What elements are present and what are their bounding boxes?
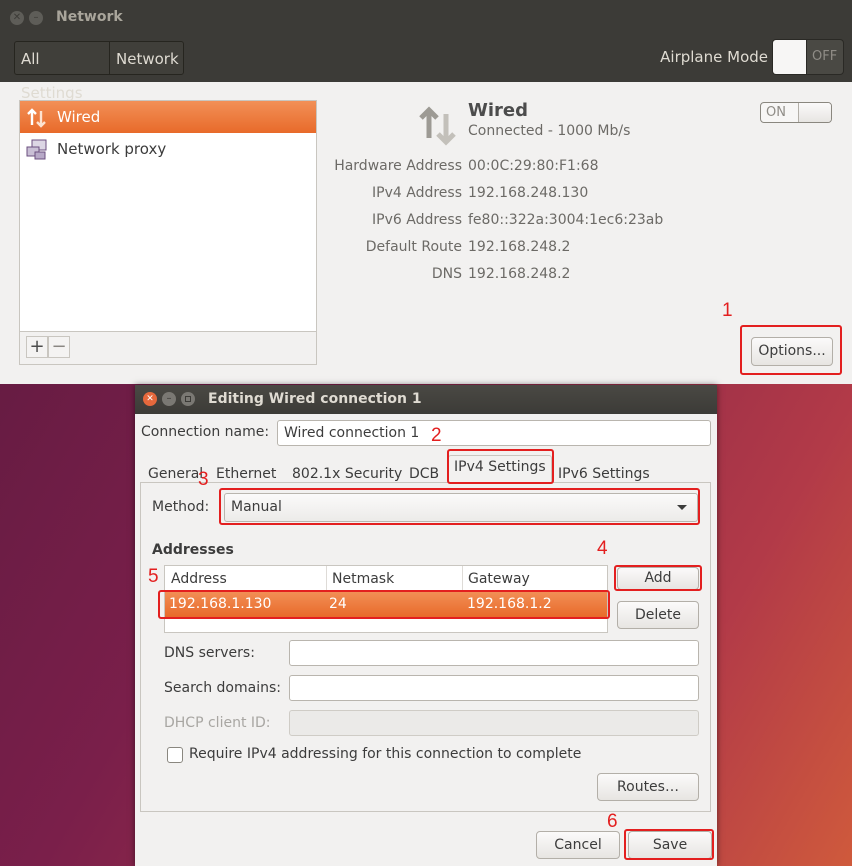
maximize-dialog-icon[interactable] bbox=[181, 392, 195, 406]
switch-knob bbox=[798, 103, 831, 122]
minimize-window-icon[interactable]: – bbox=[29, 11, 43, 25]
delete-address-button[interactable]: Delete bbox=[617, 601, 699, 629]
column-header-gateway[interactable]: Gateway bbox=[462, 566, 608, 590]
wired-arrows-icon bbox=[26, 107, 48, 128]
highlight-box-method bbox=[219, 488, 700, 525]
minimize-dialog-icon[interactable]: – bbox=[162, 392, 176, 406]
sidebar-item-wired[interactable]: Wired bbox=[20, 101, 316, 133]
airplane-mode-label: Airplane Mode bbox=[660, 48, 768, 66]
ipv6-address-value: fe80::322a:3004:1ec6:23ab bbox=[468, 212, 664, 228]
sidebar-item-label: Network proxy bbox=[57, 140, 167, 158]
cancel-button[interactable]: Cancel bbox=[536, 831, 620, 859]
annotation-5: 5 bbox=[148, 566, 159, 587]
annotation-2: 2 bbox=[431, 425, 442, 446]
highlight-box-save bbox=[624, 829, 714, 860]
switch-knob bbox=[773, 40, 807, 74]
tab-general[interactable]: General bbox=[148, 466, 203, 482]
breadcrumb-all-settings[interactable]: All Settings bbox=[14, 41, 110, 102]
tab-8021x-security[interactable]: 802.1x Security bbox=[292, 466, 402, 482]
annotation-6: 6 bbox=[607, 811, 618, 832]
annotation-4: 4 bbox=[597, 538, 608, 559]
network-settings-window: ✕ – Network All Settings Network Airplan… bbox=[0, 0, 852, 384]
tab-ipv6-settings[interactable]: IPv6 Settings bbox=[558, 466, 650, 482]
wired-large-icon bbox=[418, 106, 458, 146]
wired-switch-state: ON bbox=[766, 105, 786, 120]
highlight-box-add bbox=[614, 565, 702, 591]
network-toolbar: All Settings Network Airplane Mode OFF bbox=[0, 36, 852, 102]
search-domains-input[interactable] bbox=[289, 675, 699, 701]
airplane-mode-state: OFF bbox=[812, 49, 838, 64]
window-title: Network bbox=[56, 9, 123, 25]
dns-servers-label: DNS servers: bbox=[164, 645, 255, 661]
dns-label: DNS bbox=[431, 266, 462, 282]
dialog-titlebar: ✕ – Editing Wired connection 1 bbox=[135, 385, 717, 414]
dhcp-client-id-label: DHCP client ID: bbox=[164, 715, 271, 731]
sidebar-item-label: Wired bbox=[57, 108, 101, 126]
require-ipv4-label[interactable]: Require IPv4 addressing for this connect… bbox=[189, 746, 581, 762]
airplane-mode-switch[interactable]: OFF bbox=[772, 39, 844, 75]
ipv6-address-label: IPv6 Address bbox=[372, 212, 462, 228]
column-header-netmask[interactable]: Netmask bbox=[326, 566, 463, 590]
highlight-box-options bbox=[740, 325, 842, 375]
connection-name-input[interactable]: Wired connection 1 bbox=[277, 420, 711, 446]
wired-title: Wired bbox=[468, 100, 528, 121]
dhcp-client-id-input bbox=[289, 710, 699, 736]
ipv4-address-value: 192.168.248.130 bbox=[468, 185, 589, 201]
network-window-titlebar: ✕ – Network bbox=[0, 0, 852, 36]
close-dialog-icon[interactable]: ✕ bbox=[143, 392, 157, 406]
wired-status: Connected - 1000 Mb/s bbox=[468, 123, 631, 139]
close-window-icon[interactable]: ✕ bbox=[10, 11, 24, 25]
routes-button[interactable]: Routes… bbox=[597, 773, 699, 801]
addresses-heading: Addresses bbox=[152, 542, 234, 558]
connection-name-label: Connection name: bbox=[141, 424, 270, 440]
dns-value: 192.168.248.2 bbox=[468, 266, 571, 282]
add-connection-button[interactable]: + bbox=[26, 336, 48, 358]
annotation-3: 3 bbox=[198, 469, 209, 490]
column-header-address[interactable]: Address bbox=[165, 566, 327, 590]
method-label: Method: bbox=[152, 499, 210, 515]
default-route-value: 192.168.248.2 bbox=[468, 239, 571, 255]
annotation-1: 1 bbox=[722, 300, 733, 321]
ipv4-address-label: IPv4 Address bbox=[372, 185, 462, 201]
wired-switch[interactable]: ON bbox=[760, 102, 832, 123]
hardware-address-value: 00:0C:29:80:F1:68 bbox=[468, 158, 599, 174]
highlight-box-address-row bbox=[158, 590, 610, 619]
remove-connection-button[interactable]: − bbox=[48, 336, 70, 358]
network-device-list: Wired Network proxy bbox=[19, 100, 317, 332]
breadcrumb-network[interactable]: Network bbox=[109, 41, 184, 75]
network-proxy-icon bbox=[26, 139, 48, 160]
require-ipv4-checkbox[interactable] bbox=[167, 747, 183, 763]
tab-ethernet[interactable]: Ethernet bbox=[216, 466, 276, 482]
sidebar-toolbar: + − bbox=[19, 332, 317, 365]
dns-servers-input[interactable] bbox=[289, 640, 699, 666]
default-route-label: Default Route bbox=[365, 239, 462, 255]
search-domains-label: Search domains: bbox=[164, 680, 281, 696]
highlight-box-ipv4-tab bbox=[447, 449, 554, 484]
sidebar-item-network-proxy[interactable]: Network proxy bbox=[20, 133, 316, 165]
hardware-address-label: Hardware Address bbox=[334, 158, 462, 174]
dialog-title: Editing Wired connection 1 bbox=[208, 391, 422, 407]
maximize-square-icon bbox=[185, 396, 191, 402]
tab-dcb[interactable]: DCB bbox=[409, 466, 439, 482]
